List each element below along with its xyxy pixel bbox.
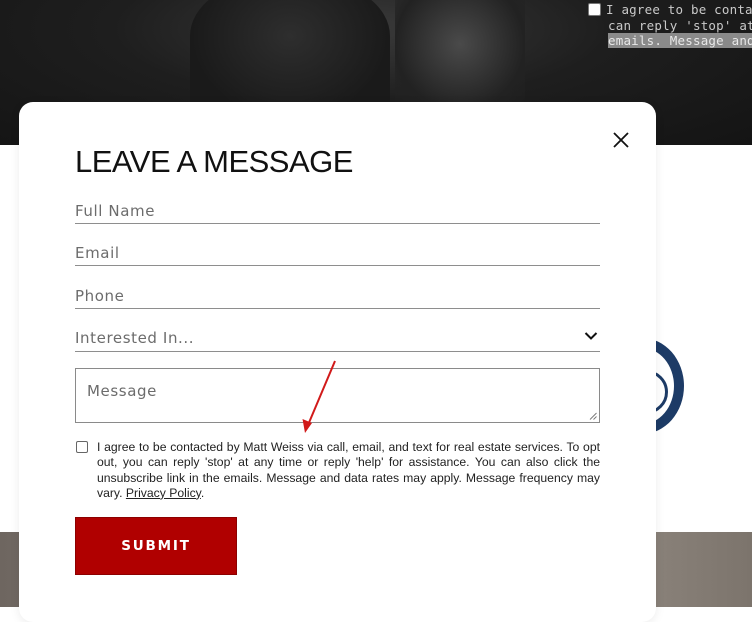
background-consent-text: I agree to be contact can reply 'stop' a… [588,2,752,49]
chevron-down-icon [584,332,598,340]
message-placeholder: Message [87,382,157,400]
submit-button[interactable]: SUBMIT [75,517,237,575]
privacy-policy-link[interactable]: Privacy Policy [126,486,201,500]
leave-message-modal: LEAVE A MESSAGE Interested In... Message… [19,102,656,622]
background-consent-line: can reply 'stop' at an [608,17,752,33]
modal-title: LEAVE A MESSAGE [75,144,353,179]
background-consent-line: emails. Message and [608,33,752,48]
email-input[interactable] [75,240,600,266]
background-lamp [395,0,525,110]
phone-input[interactable] [75,283,600,309]
consent-checkbox[interactable] [76,441,88,453]
consent-tail: . [200,485,205,500]
background-consent-line: I agree to be contact [606,2,752,17]
full-name-input[interactable] [75,198,600,224]
close-icon [613,132,629,148]
message-textarea[interactable]: Message [75,368,600,423]
resize-grip-icon[interactable] [589,412,597,420]
interested-in-label: Interested In... [75,329,195,347]
consent-text: I agree to be contacted by Matt Weiss vi… [97,440,600,501]
background-consent-checkbox[interactable] [588,3,601,16]
close-button[interactable] [609,128,633,152]
interested-in-select[interactable]: Interested In... [75,325,600,352]
